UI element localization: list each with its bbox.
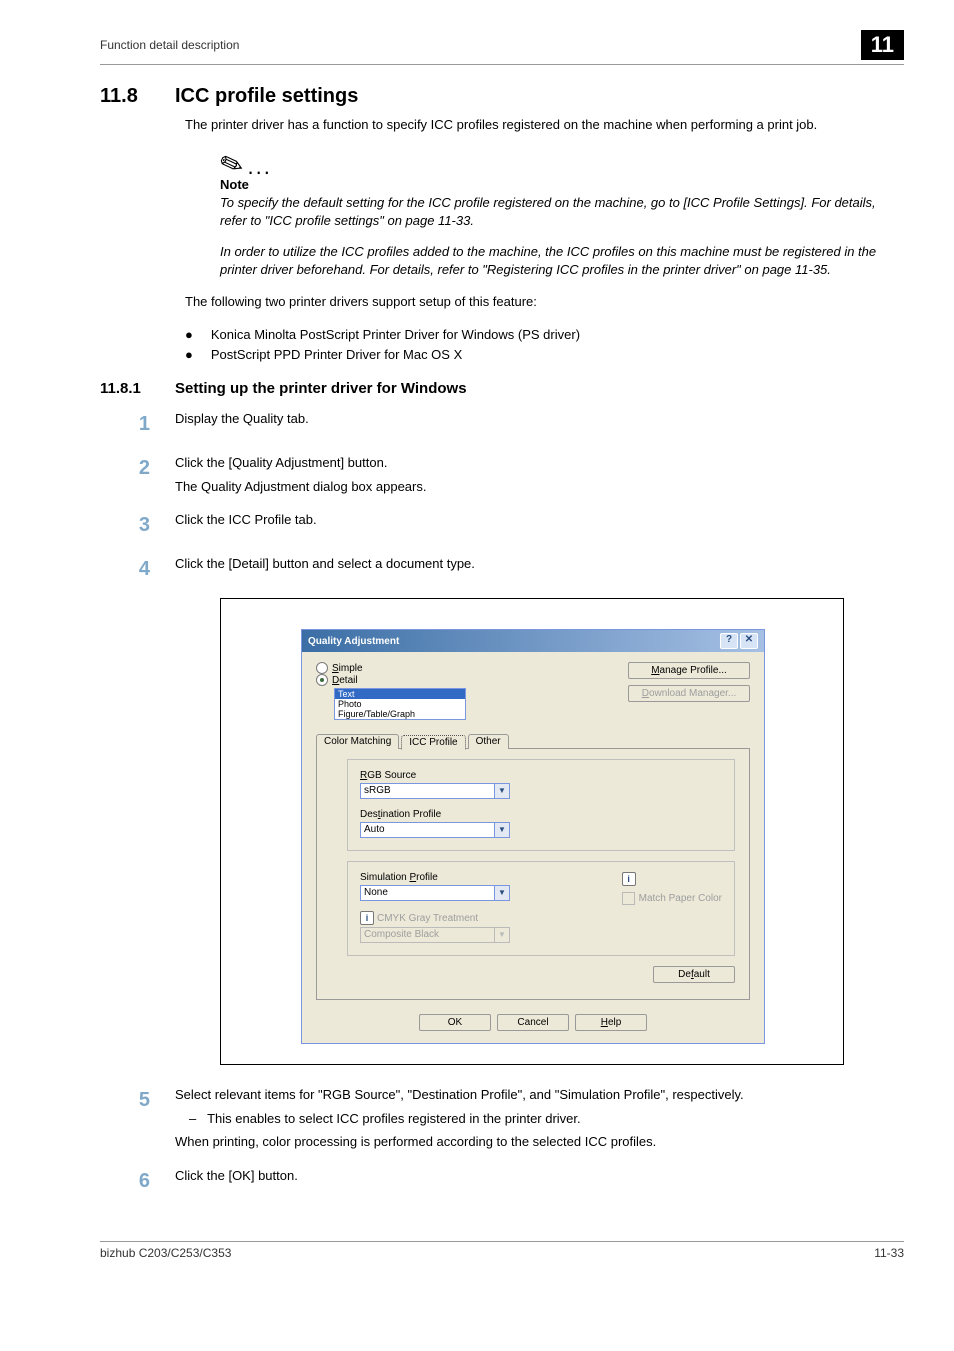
list-item: PostScript PPD Printer Driver for Mac OS… [211,345,462,365]
default-button[interactable]: Default [653,966,735,983]
cmyk-gray-combo: Composite Black ▼ [360,927,510,943]
note-text-1: To specify the default setting for the I… [220,194,904,230]
tab-icc-profile[interactable]: ICC Profile [401,735,465,750]
subsection-number: 11.8.1 [100,380,150,397]
quality-adjustment-dialog: Quality Adjustment ? ✕ Simple D [301,629,765,1044]
radio-icon [316,674,328,686]
download-manager-button: Download Manager... [628,685,750,702]
step-4: 4 Click the [Detail] button and select a… [100,554,904,584]
subsection-title: Setting up the printer driver for Window… [175,380,467,397]
cancel-button[interactable]: Cancel [497,1014,569,1031]
manage-profile-button[interactable]: Manage Profile... [628,662,750,679]
list-item[interactable]: Text [335,689,465,699]
section-number: 11.8 [100,85,150,108]
step-subtext: – This enables to select ICC profiles re… [189,1109,904,1129]
list-item: Konica Minolta PostScript Printer Driver… [211,325,580,345]
chapter-number: 11 [861,30,904,60]
info-icon: i [360,911,374,925]
chevron-down-icon[interactable]: ▼ [495,822,510,838]
section-title: ICC profile settings [175,85,358,108]
page-header: Function detail description 11 [100,30,904,65]
destination-profile-label: Destination Profile [360,809,510,820]
tab-color-matching[interactable]: Color Matching [316,734,399,749]
destination-profile-combo[interactable]: Auto ▼ [360,822,510,838]
step-text: Click the ICC Profile tab. [175,510,904,540]
dialog-tabs: Color Matching ICC Profile Other [316,734,750,749]
step-6: 6 Click the [OK] button. [100,1166,904,1196]
radio-simple[interactable]: Simple [316,662,466,674]
dialog-titlebar: Quality Adjustment ? ✕ [302,630,764,652]
step-3: 3 Click the ICC Profile tab. [100,510,904,540]
note-block: ✎... Note To specify the default setting… [220,148,904,279]
rgb-source-combo[interactable]: sRGB ▼ [360,783,510,799]
bullet-icon: ● [185,325,193,345]
note-label: Note [220,177,904,192]
bullet-icon: ● [185,345,193,365]
list-item[interactable]: Figure/Table/Graph [335,709,465,719]
step-number: 5 [100,1085,150,1152]
drivers-lead: The following two printer drivers suppor… [185,293,904,311]
section-heading: 11.8 ICC profile settings [100,85,904,108]
chevron-down-icon: ▼ [495,927,510,943]
close-icon[interactable]: ✕ [740,633,758,649]
step-1: 1 Display the Quality tab. [100,409,904,439]
info-icon: i [622,872,636,886]
step-text: Click the [Quality Adjustment] button. [175,453,904,473]
footer-right: 11-33 [874,1246,904,1260]
note-text-2: In order to utilize the ICC profiles add… [220,243,904,279]
step-text: Click the [Detail] button and select a d… [175,554,904,584]
step-text: Display the Quality tab. [175,409,904,439]
help-button[interactable]: Help [575,1014,647,1031]
list-item[interactable]: Photo [335,699,465,709]
chevron-down-icon[interactable]: ▼ [495,885,510,901]
step-number: 3 [100,510,150,540]
page-footer: bizhub C203/C253/C353 11-33 [100,1241,904,1260]
drivers-list: ● Konica Minolta PostScript Printer Drive… [185,325,904,364]
checkbox-icon [622,892,635,905]
step-subtext: The Quality Adjustment dialog box appear… [175,477,904,497]
radio-detail[interactable]: Detail [316,674,466,686]
running-head: Function detail description [100,38,239,52]
icc-profile-panel: RGB Source sRGB ▼ Destination Profile Au… [316,748,750,1000]
step-text: Select relevant items for "RGB Source", … [175,1085,904,1105]
cmyk-gray-label: iCMYK Gray Treatment [360,911,510,925]
chevron-down-icon[interactable]: ▼ [495,783,510,799]
step-number: 6 [100,1166,150,1196]
subsection-heading: 11.8.1 Setting up the printer driver for… [100,380,904,397]
tab-other[interactable]: Other [468,734,509,749]
help-icon[interactable]: ? [720,633,738,649]
radio-icon [316,662,328,674]
step-subtext: When printing, color processing is perfo… [175,1132,904,1152]
step-number: 4 [100,554,150,584]
step-text: Click the [OK] button. [175,1166,904,1196]
simulation-profile-label: Simulation Profile [360,872,510,883]
rgb-source-label: RGB Source [360,770,510,781]
ellipsis-icon: ... [247,154,271,179]
ok-button[interactable]: OK [419,1014,491,1031]
match-paper-color-checkbox: Match Paper Color [622,892,722,905]
screenshot-figure: Quality Adjustment ? ✕ Simple D [220,598,844,1065]
step-2: 2 Click the [Quality Adjustment] button.… [100,453,904,496]
step-5: 5 Select relevant items for "RGB Source"… [100,1085,904,1152]
section-intro: The printer driver has a function to spe… [185,116,904,134]
footer-left: bizhub C203/C253/C353 [100,1246,231,1260]
detail-listbox[interactable]: Text Photo Figure/Table/Graph [334,688,466,720]
step-number: 2 [100,453,150,496]
dialog-title: Quality Adjustment [308,636,399,647]
simulation-profile-combo[interactable]: None ▼ [360,885,510,901]
step-number: 1 [100,409,150,439]
